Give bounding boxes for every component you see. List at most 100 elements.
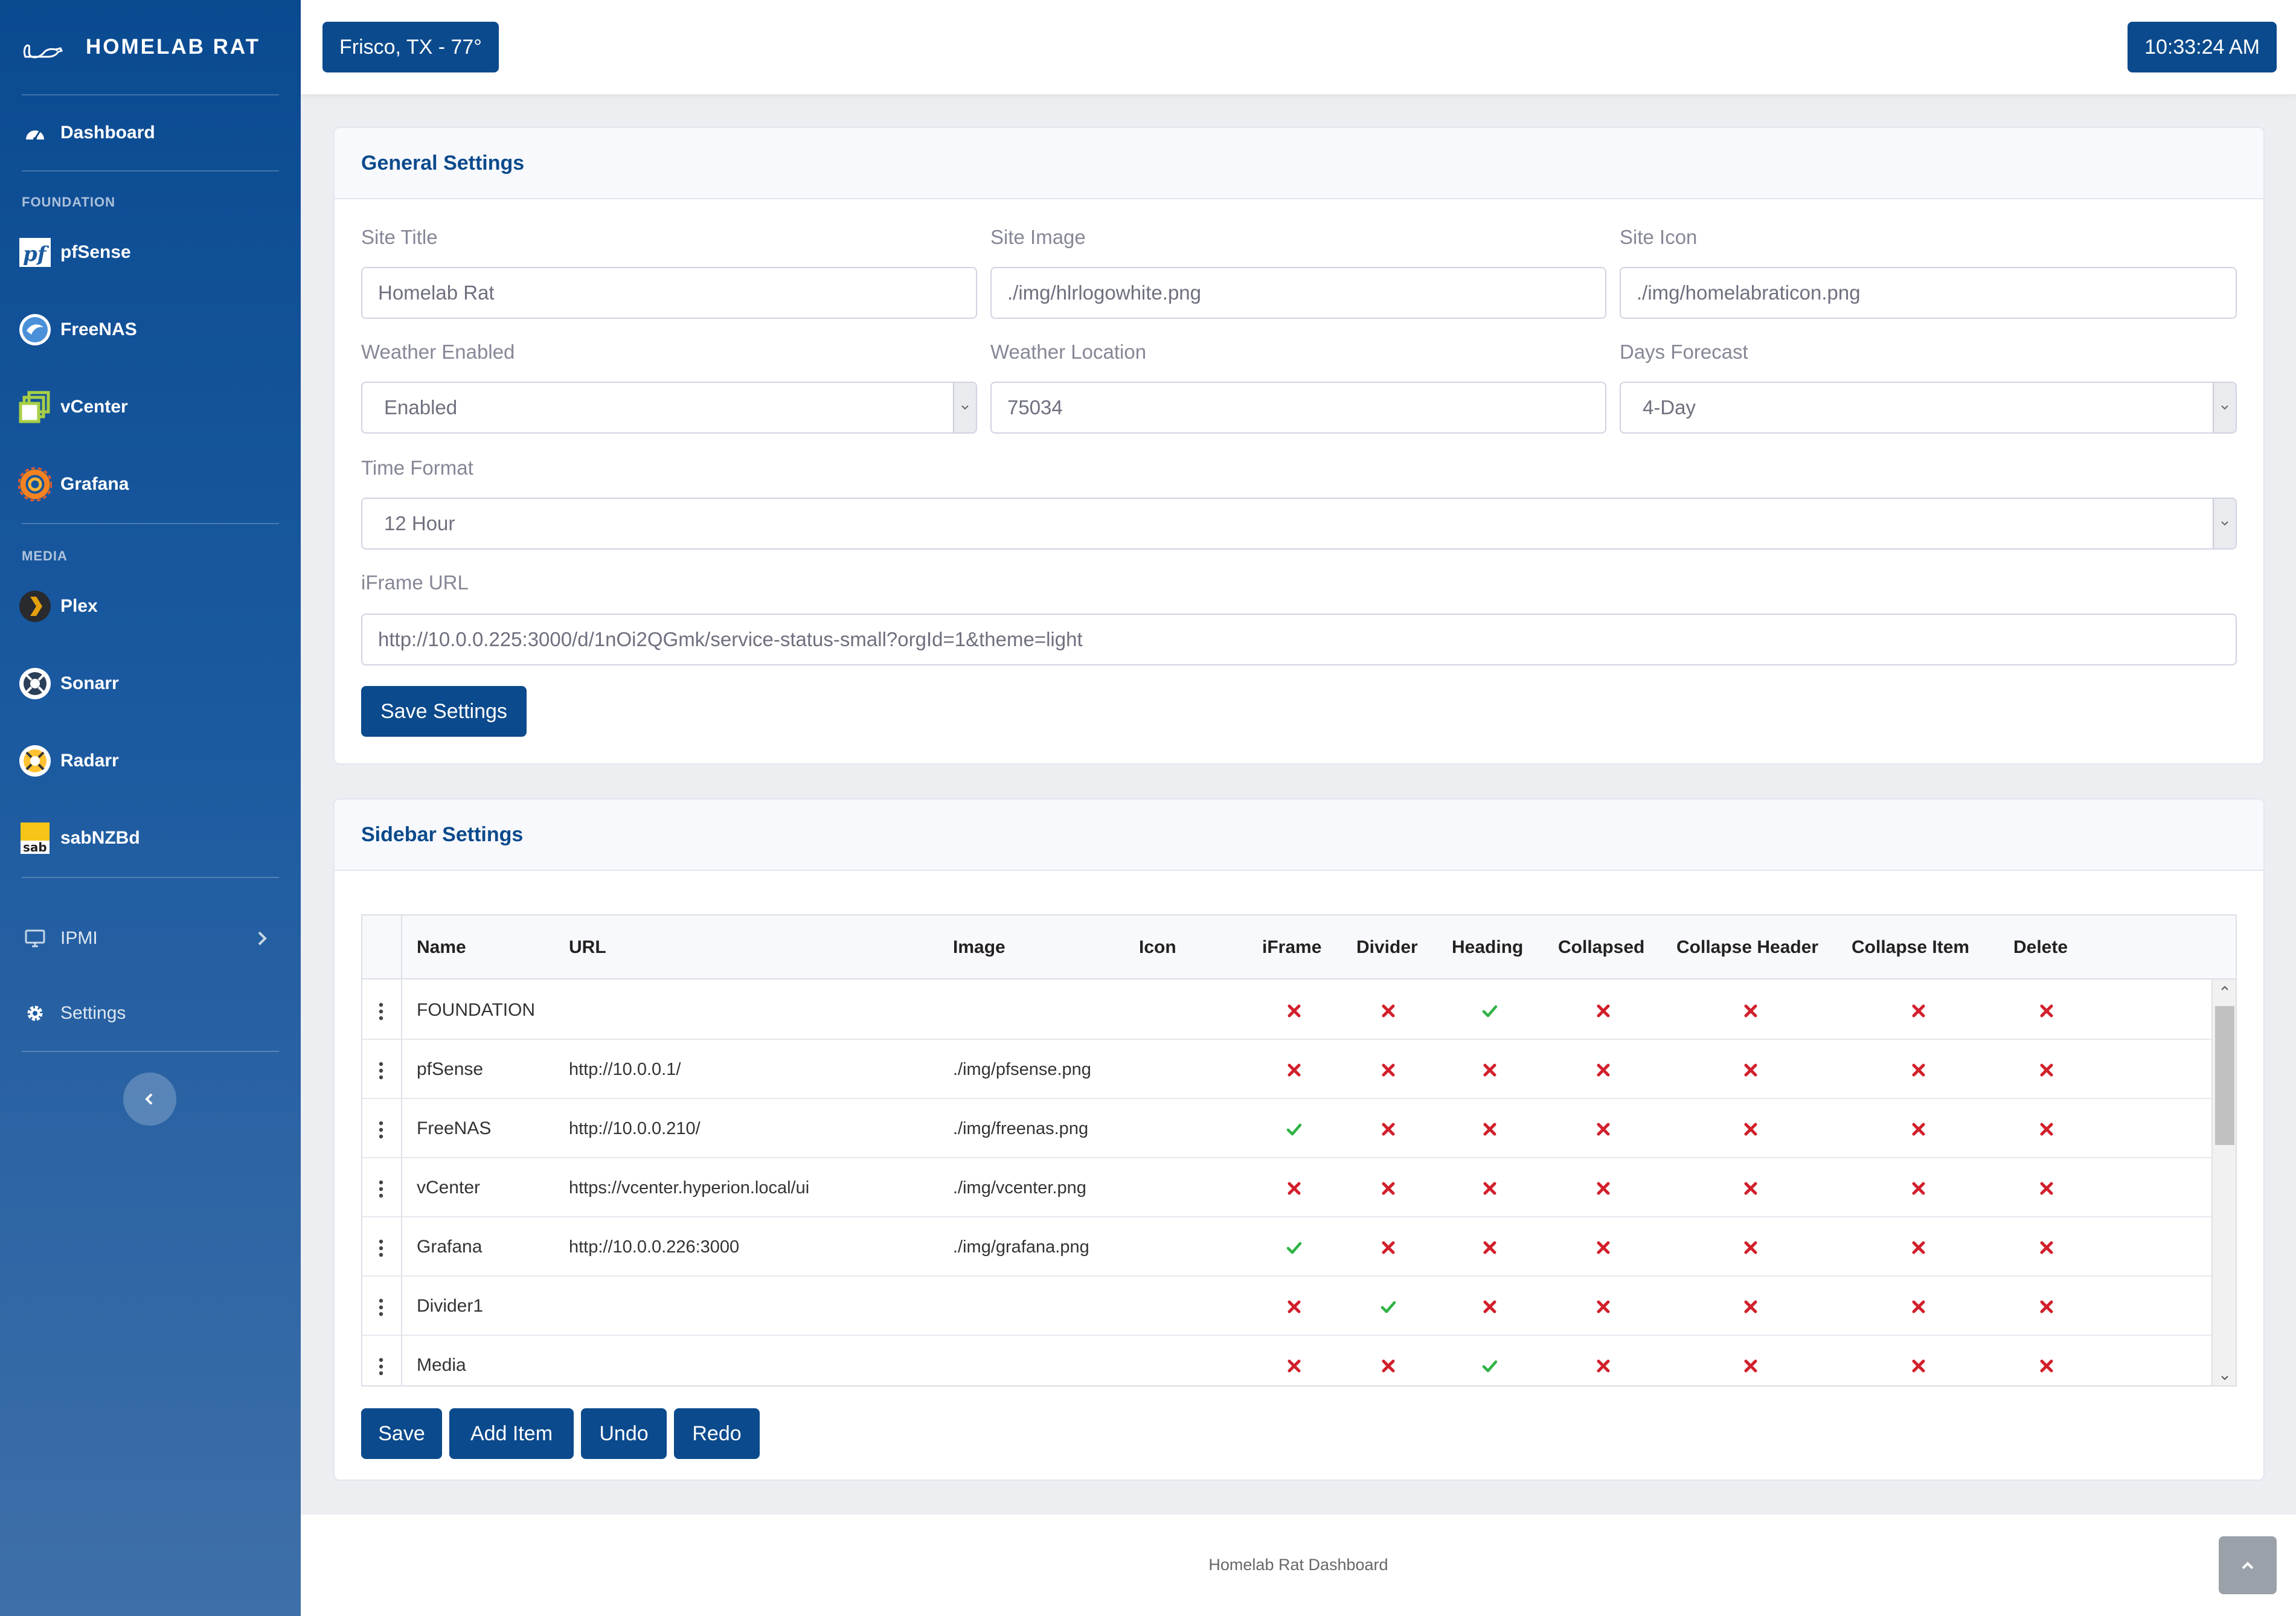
cross-icon[interactable] xyxy=(1379,1002,1397,1020)
col-collapse-header[interactable]: Collapse Header xyxy=(1676,915,1818,980)
col-collapse-item[interactable]: Collapse Item xyxy=(1852,915,1969,980)
drag-handle-icon[interactable] xyxy=(378,1239,384,1257)
cross-icon[interactable] xyxy=(2038,1298,2056,1316)
table-row[interactable]: Divider1 xyxy=(362,1277,2211,1336)
scroll-down-icon[interactable] xyxy=(2220,1374,2230,1382)
col-divider[interactable]: Divider xyxy=(1356,915,1418,980)
sidebar-item-plex[interactable]: Plex xyxy=(18,582,284,630)
table-row[interactable]: FOUNDATION xyxy=(362,981,2211,1040)
table-scrollbar[interactable] xyxy=(2211,980,2236,1385)
col-url[interactable]: URL xyxy=(569,915,606,980)
check-icon[interactable] xyxy=(1481,1002,1499,1020)
cell-name[interactable]: FOUNDATION xyxy=(417,981,535,1040)
cross-icon[interactable] xyxy=(1594,1061,1612,1079)
cross-icon[interactable] xyxy=(1742,1179,1760,1198)
undo-button[interactable]: Undo xyxy=(581,1408,667,1459)
sidebar-item-freenas[interactable]: FreeNAS xyxy=(18,306,284,354)
redo-button[interactable]: Redo xyxy=(674,1408,760,1459)
cross-icon[interactable] xyxy=(2038,1179,2056,1198)
col-icon[interactable]: Icon xyxy=(1139,915,1176,980)
cross-icon[interactable] xyxy=(1285,1179,1303,1198)
weather-enabled-select[interactable]: Enabled xyxy=(361,382,977,434)
sidebar-item-sabnzbd[interactable]: sab sabNZBd xyxy=(18,814,284,862)
cross-icon[interactable] xyxy=(1379,1357,1397,1375)
cell-name[interactable]: vCenter xyxy=(417,1158,480,1217)
days-forecast-select[interactable]: 4-Day xyxy=(1620,382,2237,434)
drag-handle-icon[interactable] xyxy=(378,1180,384,1198)
drag-handle-icon[interactable] xyxy=(378,1298,384,1316)
check-icon[interactable] xyxy=(1379,1298,1397,1316)
cell-name[interactable]: pfSense xyxy=(417,1040,483,1099)
cross-icon[interactable] xyxy=(1594,1120,1612,1138)
cross-icon[interactable] xyxy=(1742,1061,1760,1079)
scroll-up-icon[interactable] xyxy=(2220,984,2230,992)
cross-icon[interactable] xyxy=(1910,1002,1928,1020)
col-name[interactable]: Name xyxy=(417,915,466,980)
cross-icon[interactable] xyxy=(1481,1298,1499,1316)
sidebar-item-grafana[interactable]: Grafana xyxy=(18,460,284,508)
cross-icon[interactable] xyxy=(2038,1239,2056,1257)
col-heading[interactable]: Heading xyxy=(1452,915,1523,980)
cross-icon[interactable] xyxy=(1594,1179,1612,1198)
cross-icon[interactable] xyxy=(1910,1179,1928,1198)
cell-url[interactable]: http://10.0.0.210/ xyxy=(569,1099,701,1158)
cell-name[interactable]: Grafana xyxy=(417,1217,482,1277)
table-row[interactable]: FreeNAS http://10.0.0.210/ ./img/freenas.p… xyxy=(362,1099,2211,1158)
sidebar-collapse-button[interactable] xyxy=(123,1073,176,1126)
check-icon[interactable] xyxy=(1285,1239,1303,1257)
sidebar-item-sonarr[interactable]: Sonarr xyxy=(18,659,284,708)
table-row[interactable]: Media xyxy=(362,1336,2211,1385)
time-format-select[interactable]: 12 Hour xyxy=(361,498,2237,550)
drag-handle-icon[interactable] xyxy=(378,1062,384,1080)
col-iframe[interactable]: iFrame xyxy=(1262,915,1321,980)
cross-icon[interactable] xyxy=(1742,1239,1760,1257)
scroll-to-top-button[interactable] xyxy=(2219,1536,2277,1594)
cross-icon[interactable] xyxy=(1379,1179,1397,1198)
cross-icon[interactable] xyxy=(1481,1179,1499,1198)
cross-icon[interactable] xyxy=(1481,1239,1499,1257)
cross-icon[interactable] xyxy=(1379,1120,1397,1138)
cross-icon[interactable] xyxy=(1742,1357,1760,1375)
cross-icon[interactable] xyxy=(1742,1002,1760,1020)
cell-image[interactable]: ./img/grafana.png xyxy=(953,1217,1089,1277)
sidebar-item-vcenter[interactable]: vCenter xyxy=(18,383,284,431)
cross-icon[interactable] xyxy=(1910,1061,1928,1079)
save-button[interactable]: Save xyxy=(361,1408,442,1459)
table-row[interactable]: Grafana http://10.0.0.226:3000 ./img/grafa… xyxy=(362,1217,2211,1277)
cross-icon[interactable] xyxy=(1285,1357,1303,1375)
scrollbar-thumb[interactable] xyxy=(2215,1006,2234,1145)
iframe-url-input[interactable]: http://10.0.0.225:3000/d/1nOi2QGmk/servi… xyxy=(361,614,2237,665)
sidebar-item-pfsense[interactable]: pf pfSense xyxy=(18,228,284,277)
save-settings-button[interactable]: Save Settings xyxy=(361,686,527,737)
cell-name[interactable]: Media xyxy=(417,1336,466,1385)
cross-icon[interactable] xyxy=(1910,1239,1928,1257)
cross-icon[interactable] xyxy=(2038,1120,2056,1138)
cross-icon[interactable] xyxy=(1594,1357,1612,1375)
cell-name[interactable]: FreeNAS xyxy=(417,1099,491,1158)
drag-handle-icon[interactable] xyxy=(378,1121,384,1139)
drag-handle-icon[interactable] xyxy=(378,1002,384,1021)
sidebar-item-settings[interactable]: Settings xyxy=(18,989,284,1037)
check-icon[interactable] xyxy=(1285,1120,1303,1138)
cross-icon[interactable] xyxy=(2038,1357,2056,1375)
cell-url[interactable]: https://vcenter.hyperion.local/ui xyxy=(569,1158,809,1217)
sidebar-item-dashboard[interactable]: Dashboard xyxy=(18,109,284,157)
sidebar-item-radarr[interactable]: Radarr xyxy=(18,737,284,785)
sidebar-item-ipmi[interactable]: IPMI xyxy=(18,914,284,963)
cross-icon[interactable] xyxy=(2038,1061,2056,1079)
table-row[interactable]: vCenter https://vcenter.hyperion.local/ui… xyxy=(362,1158,2211,1217)
weather-badge[interactable]: Frisco, TX - 77° xyxy=(322,22,499,72)
col-delete[interactable]: Delete xyxy=(2013,915,2068,980)
cell-image[interactable]: ./img/pfsense.png xyxy=(953,1040,1091,1099)
cross-icon[interactable] xyxy=(2038,1002,2056,1020)
cross-icon[interactable] xyxy=(1594,1298,1612,1316)
cross-icon[interactable] xyxy=(1910,1298,1928,1316)
brand-link[interactable]: HOMELAB RAT xyxy=(22,29,260,65)
cross-icon[interactable] xyxy=(1379,1061,1397,1079)
cross-icon[interactable] xyxy=(1379,1239,1397,1257)
cross-icon[interactable] xyxy=(1594,1239,1612,1257)
cross-icon[interactable] xyxy=(1285,1298,1303,1316)
cross-icon[interactable] xyxy=(1481,1061,1499,1079)
cross-icon[interactable] xyxy=(1910,1120,1928,1138)
cell-image[interactable]: ./img/vcenter.png xyxy=(953,1158,1086,1217)
